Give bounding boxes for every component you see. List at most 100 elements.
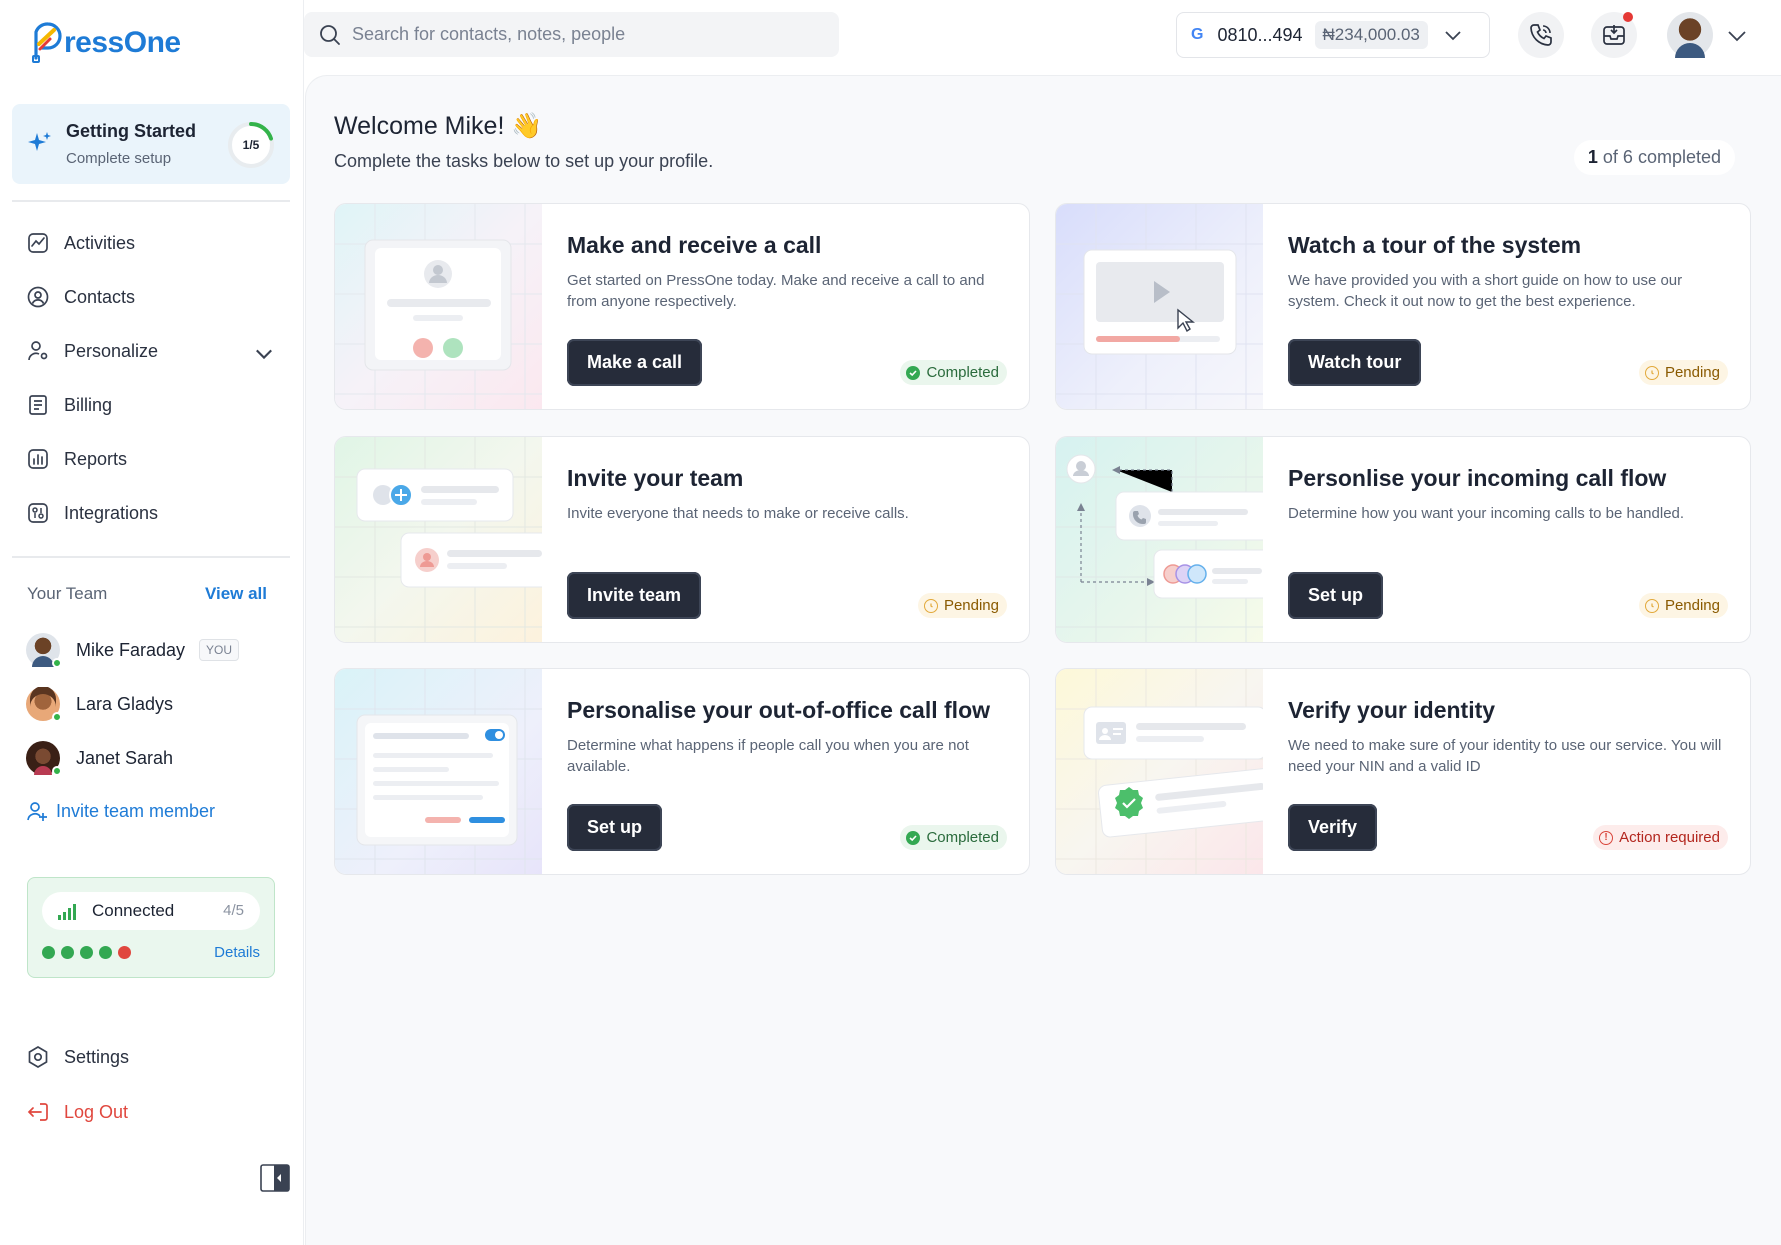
task-title: Invite your team bbox=[567, 465, 744, 491]
nav-integrations[interactable]: Integrations bbox=[26, 498, 276, 528]
status-badge: Pending bbox=[1638, 360, 1728, 385]
task-card-invite-team: Invite your team Invite everyone that ne… bbox=[334, 436, 1030, 643]
task-title: Verify your identity bbox=[1288, 697, 1496, 723]
connection-error-icon bbox=[118, 946, 131, 959]
nav-label: Contacts bbox=[64, 286, 136, 307]
collapse-sidebar-icon[interactable] bbox=[260, 1164, 290, 1192]
sidebar: ressOne Getting Started Complete setup 1… bbox=[0, 0, 304, 1245]
member-name: Lara Gladys bbox=[76, 693, 174, 714]
tasks-progress-text: of 6 completed bbox=[1597, 147, 1721, 167]
team-view-all-link[interactable]: View all bbox=[205, 584, 267, 604]
task-description: We have provided you with a short guide … bbox=[1288, 272, 1683, 310]
connection-details-link[interactable]: Details bbox=[214, 944, 260, 961]
nav-billing[interactable]: Billing bbox=[26, 390, 276, 420]
task-card-watch-tour: Watch a tour of the system We have provi… bbox=[1055, 203, 1751, 410]
make-call-button[interactable]: Make a call bbox=[567, 339, 703, 386]
connection-status-card: Connected 4/5 Details bbox=[27, 877, 275, 978]
search-input[interactable] bbox=[352, 24, 812, 45]
watch-tour-button[interactable]: Watch tour bbox=[1288, 339, 1422, 386]
nav-label: Reports bbox=[64, 448, 128, 469]
call-illustration bbox=[335, 204, 542, 409]
nav-label: Billing bbox=[64, 394, 113, 415]
account-selector[interactable]: G 0810...494 ₦234,000.03 bbox=[1176, 12, 1490, 58]
call-flow-illustration bbox=[1056, 437, 1263, 642]
team-member[interactable]: Lara Gladys bbox=[26, 686, 173, 722]
chevron-down-icon[interactable] bbox=[1726, 26, 1748, 46]
connection-dots bbox=[42, 946, 131, 959]
nav-contacts[interactable]: Contacts bbox=[26, 282, 276, 312]
integrations-icon bbox=[28, 503, 48, 523]
task-card-out-of-office-flow: Personalise your out-of-office call flow… bbox=[334, 668, 1030, 875]
nav-settings[interactable]: Settings bbox=[26, 1042, 276, 1072]
pressone-logo[interactable]: ressOne bbox=[30, 22, 181, 64]
invite-team-member-link[interactable]: Invite team member bbox=[26, 800, 215, 822]
nav-reports[interactable]: Reports bbox=[26, 444, 276, 474]
status-text: Action required bbox=[1619, 829, 1720, 846]
task-description: Invite everyone that needs to make or re… bbox=[567, 505, 909, 522]
getting-started-title: Getting Started bbox=[66, 121, 197, 141]
clock-icon bbox=[923, 598, 938, 613]
connection-ok-icon bbox=[80, 946, 93, 959]
status-badge: Pending bbox=[917, 593, 1007, 618]
profile-avatar[interactable] bbox=[1667, 12, 1713, 58]
reports-icon bbox=[28, 449, 48, 469]
clock-icon bbox=[1644, 598, 1659, 613]
sidebar-divider bbox=[12, 556, 290, 558]
member-name: Janet Sarah bbox=[76, 747, 174, 768]
status-text: Pending bbox=[943, 597, 999, 614]
video-tour-illustration bbox=[1056, 204, 1263, 409]
task-title: Personalise your out-of-office call flow bbox=[567, 697, 991, 723]
verify-button[interactable]: Verify bbox=[1288, 804, 1378, 851]
chevron-down-icon[interactable] bbox=[252, 342, 276, 366]
task-card-incoming-call-flow: Personlise your incoming call flow Deter… bbox=[1055, 436, 1751, 643]
online-indicator bbox=[52, 766, 62, 776]
setup-out-of-office-button[interactable]: Set up bbox=[567, 804, 663, 851]
avatar bbox=[26, 633, 62, 668]
clock-icon bbox=[1644, 365, 1659, 380]
connection-ok-icon bbox=[42, 946, 55, 959]
setup-progress-label: 1/5 bbox=[242, 138, 260, 152]
connection-ok-icon bbox=[61, 946, 74, 959]
check-circle-icon bbox=[906, 830, 921, 845]
inbox-icon bbox=[1603, 25, 1625, 45]
invite-team-button[interactable]: Invite team bbox=[567, 572, 702, 619]
task-card-make-call: Make and receive a call Get started on P… bbox=[334, 203, 1030, 410]
task-description: Get started on PressOne today. Make and … bbox=[567, 272, 985, 310]
search-bar[interactable] bbox=[304, 12, 839, 57]
sparkle-icon bbox=[27, 130, 53, 163]
nav-label: Settings bbox=[64, 1046, 130, 1067]
call-button[interactable] bbox=[1518, 12, 1564, 58]
status-badge: ! Action required bbox=[1593, 825, 1728, 850]
invite-team-member-label: Invite team member bbox=[56, 800, 216, 821]
activity-icon bbox=[28, 233, 48, 253]
personalize-icon bbox=[28, 341, 48, 361]
team-member[interactable]: Janet Sarah bbox=[26, 740, 173, 776]
connection-label: Connected bbox=[92, 901, 175, 920]
nav-personalize[interactable]: Personalize bbox=[26, 336, 276, 366]
nav-label: Personalize bbox=[64, 340, 159, 361]
search-icon bbox=[320, 24, 340, 45]
sidebar-divider bbox=[12, 200, 290, 202]
online-indicator bbox=[52, 658, 62, 668]
nav-activities[interactable]: Activities bbox=[26, 228, 276, 258]
getting-started-subtitle: Complete setup bbox=[66, 150, 172, 167]
status-text: Completed bbox=[926, 829, 999, 846]
tasks-done-count: 1 bbox=[1587, 147, 1598, 167]
nav-label: Log Out bbox=[64, 1101, 129, 1122]
getting-started-card[interactable]: Getting Started Complete setup 1/5 bbox=[12, 104, 290, 184]
connection-pill: Connected 4/5 bbox=[42, 892, 260, 930]
nav-label: Integrations bbox=[64, 502, 159, 523]
account-balance: ₦234,000.03 bbox=[1314, 21, 1428, 49]
setup-incoming-flow-button[interactable]: Set up bbox=[1288, 572, 1384, 619]
notification-dot bbox=[1623, 12, 1633, 22]
nav-logout[interactable]: Log Out bbox=[26, 1097, 276, 1127]
logout-icon bbox=[27, 1103, 48, 1121]
team-heading: Your Team bbox=[27, 584, 108, 603]
connection-ok-icon bbox=[99, 946, 112, 959]
status-badge: Completed bbox=[900, 825, 1007, 850]
google-icon: G bbox=[1191, 26, 1204, 43]
team-member[interactable]: Mike Faraday YOU bbox=[26, 632, 240, 668]
page-subtitle: Complete the tasks below to set up your … bbox=[334, 151, 714, 171]
status-badge: Pending bbox=[1638, 593, 1728, 618]
inbox-button[interactable] bbox=[1591, 12, 1637, 58]
